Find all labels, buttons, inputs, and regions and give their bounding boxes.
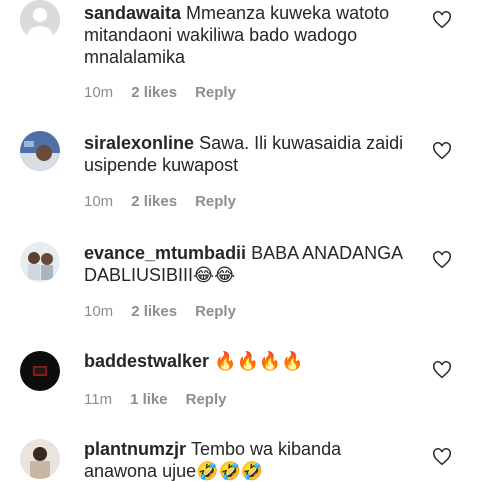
reply-button[interactable]: Reply: [195, 303, 236, 320]
comment-text: plantnumzjr Tembo wa kibanda anawona ujue…: [84, 438, 414, 482]
comment-text: evance_mtumbadii BABA ANADANGA DABLIUSIBI…: [84, 242, 414, 286]
comment-text: sandawaita Mmeanza kuweka watoto mitandao…: [84, 2, 414, 68]
heart-icon[interactable]: [432, 251, 452, 269]
comment-username[interactable]: sandawaita: [84, 3, 181, 23]
comment-username[interactable]: baddestwalker: [84, 351, 209, 371]
comment-body: 🔥🔥🔥🔥: [214, 351, 304, 371]
avatar[interactable]: [20, 351, 60, 391]
comment-username[interactable]: evance_mtumbadii: [84, 243, 246, 263]
avatar-photo-icon: [20, 351, 60, 391]
comment-likes[interactable]: 1 like: [130, 391, 168, 408]
heart-icon[interactable]: [432, 142, 452, 160]
avatar[interactable]: [20, 131, 60, 171]
comment-likes[interactable]: 2 likes: [131, 303, 177, 320]
heart-icon[interactable]: [432, 448, 452, 466]
comment-meta: 10m 2 likes Reply: [84, 84, 254, 101]
comment-time: 10m: [84, 84, 114, 101]
comment-time: 10m: [84, 193, 114, 210]
avatar[interactable]: [20, 242, 60, 282]
comment-likes[interactable]: 2 likes: [131, 84, 177, 101]
reply-button[interactable]: Reply: [186, 391, 227, 408]
heart-icon[interactable]: [432, 11, 452, 29]
comment-username[interactable]: plantnumzjr: [84, 439, 186, 459]
comment-username[interactable]: siralexonline: [84, 133, 194, 153]
reply-button[interactable]: Reply: [195, 193, 236, 210]
reply-button[interactable]: Reply: [195, 84, 236, 101]
default-avatar-icon: [20, 0, 60, 40]
comment-text: baddestwalker 🔥🔥🔥🔥: [84, 350, 414, 372]
comment-likes[interactable]: 2 likes: [131, 193, 177, 210]
comment-meta: 10m 2 likes Reply: [84, 193, 254, 210]
comment-time: 11m: [84, 391, 113, 408]
avatar-photo-icon: [20, 242, 60, 282]
heart-icon[interactable]: [432, 361, 452, 379]
comment-time: 10m: [84, 303, 114, 320]
avatar-photo-icon: [20, 439, 60, 479]
comment-text: siralexonline Sawa. Ili kuwasaidia zaidi …: [84, 132, 414, 176]
comment-meta: 10m 2 likes Reply: [84, 303, 254, 320]
avatar[interactable]: [20, 439, 60, 479]
avatar-photo-icon: [20, 131, 60, 171]
avatar[interactable]: [20, 0, 60, 40]
comment-meta: 11m 1 like Reply: [84, 391, 244, 408]
